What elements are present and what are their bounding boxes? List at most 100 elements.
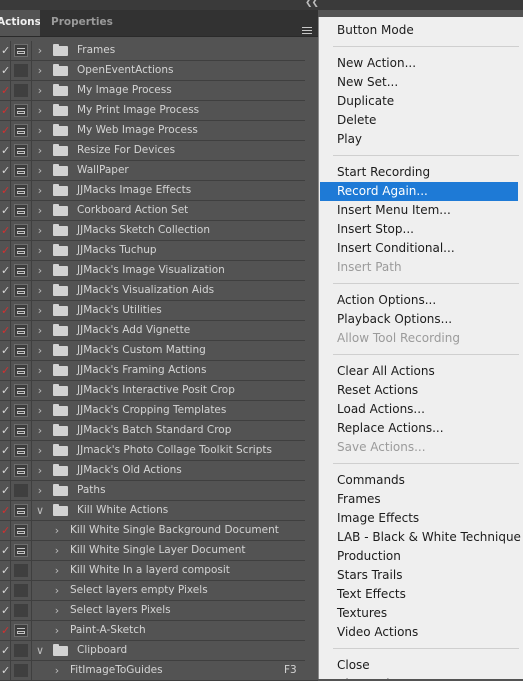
chevron-right-icon[interactable]: › xyxy=(36,164,44,177)
scrollbar-track[interactable] xyxy=(305,41,318,679)
action-set-row[interactable]: ✓ › JJMack's Utilities xyxy=(0,301,318,321)
toggle-checkmark-icon[interactable]: ✓ xyxy=(1,565,10,577)
dialog-toggle-icon[interactable] xyxy=(14,184,28,197)
panel-menu-icon[interactable] xyxy=(302,27,312,36)
chevron-right-icon[interactable]: › xyxy=(36,144,44,157)
toggle-checkmark-icon[interactable]: ✓ xyxy=(1,365,10,377)
chevron-right-icon[interactable]: › xyxy=(36,224,44,237)
chevron-right-icon[interactable]: › xyxy=(36,384,44,397)
dialog-toggle-icon[interactable] xyxy=(14,384,28,397)
action-set-row[interactable]: ✓ › JJMacks Sketch Collection xyxy=(0,221,318,241)
menu-item-close[interactable]: Close xyxy=(319,656,523,675)
tab-actions[interactable]: Actions xyxy=(0,10,40,36)
toggle-checkmark-icon[interactable]: ✓ xyxy=(1,625,10,637)
dialog-toggle-icon[interactable] xyxy=(14,144,28,157)
menu-item-video-actions[interactable]: Video Actions xyxy=(319,623,523,642)
toggle-checkmark-icon[interactable]: ✓ xyxy=(1,145,10,157)
toggle-checkmark-icon[interactable]: ✓ xyxy=(1,205,10,217)
menu-item-clear-all-actions[interactable]: Clear All Actions xyxy=(319,362,523,381)
menu-item-new-action[interactable]: New Action... xyxy=(319,54,523,73)
chevron-right-icon[interactable]: › xyxy=(36,404,44,417)
collapse-panels-icon[interactable]: ❮❮ xyxy=(305,0,319,8)
toggle-checkmark-icon[interactable]: ✓ xyxy=(1,45,10,57)
action-set-row[interactable]: ✓ › Corkboard Action Set xyxy=(0,201,318,221)
toggle-checkmark-icon[interactable]: ✓ xyxy=(1,445,10,457)
dialog-toggle-icon[interactable] xyxy=(14,104,28,117)
dialog-toggle-icon[interactable] xyxy=(14,164,28,177)
action-row[interactable]: ✓ › FitImageToGuides F3 xyxy=(0,661,318,681)
toggle-checkmark-icon[interactable]: ✓ xyxy=(1,165,10,177)
tab-properties[interactable]: Properties xyxy=(42,10,113,36)
toggle-checkmark-icon[interactable]: ✓ xyxy=(1,265,10,277)
toggle-checkmark-icon[interactable]: ✓ xyxy=(1,65,10,77)
dialog-toggle-icon[interactable] xyxy=(14,304,28,317)
action-set-row[interactable]: ✓ ∨ Kill White Actions xyxy=(0,501,318,521)
action-row[interactable]: ✓ › Kill White Single Background Document xyxy=(0,521,318,541)
chevron-right-icon[interactable]: › xyxy=(36,304,44,317)
toggle-checkmark-icon[interactable]: ✓ xyxy=(1,505,10,517)
chevron-right-icon[interactable]: › xyxy=(36,444,44,457)
toggle-checkmark-icon[interactable]: ✓ xyxy=(1,385,10,397)
dialog-toggle-icon[interactable] xyxy=(14,204,28,217)
menu-item-start-recording[interactable]: Start Recording xyxy=(319,163,523,182)
menu-item-lab-black-white-technique[interactable]: LAB - Black & White Technique xyxy=(319,528,523,547)
dialog-toggle-empty[interactable] xyxy=(14,584,28,597)
chevron-right-icon[interactable]: › xyxy=(53,544,61,557)
toggle-checkmark-icon[interactable]: ✓ xyxy=(1,245,10,257)
action-row[interactable]: ✓ › Paint-A-Sketch xyxy=(0,621,318,641)
action-set-row[interactable]: ✓ › JJMack's Add Vignette xyxy=(0,321,318,341)
dialog-toggle-icon[interactable] xyxy=(14,464,28,477)
action-set-row[interactable]: ✓ › My Print Image Process xyxy=(0,101,318,121)
chevron-down-icon[interactable]: ∨ xyxy=(36,644,44,657)
menu-item-duplicate[interactable]: Duplicate xyxy=(319,92,523,111)
toggle-checkmark-icon[interactable]: ✓ xyxy=(1,545,10,557)
action-row[interactable]: ✓ › Kill White In a layerd composit xyxy=(0,561,318,581)
action-set-row[interactable]: ✓ ∨ Clipboard xyxy=(0,641,318,661)
toggle-checkmark-icon[interactable]: ✓ xyxy=(1,325,10,337)
toggle-checkmark-icon[interactable]: ✓ xyxy=(1,425,10,437)
dialog-toggle-icon[interactable] xyxy=(14,224,28,237)
menu-item-load-actions[interactable]: Load Actions... xyxy=(319,400,523,419)
menu-item-insert-menu-item[interactable]: Insert Menu Item... xyxy=(319,201,523,220)
action-set-row[interactable]: ✓ › JJMack's Old Actions xyxy=(0,461,318,481)
menu-item-action-options[interactable]: Action Options... xyxy=(319,291,523,310)
chevron-right-icon[interactable]: › xyxy=(53,604,61,617)
menu-item-delete[interactable]: Delete xyxy=(319,111,523,130)
action-set-row[interactable]: ✓ › JJMack's Interactive Posit Crop xyxy=(0,381,318,401)
action-row[interactable]: ✓ › Select layers empty Pixels xyxy=(0,581,318,601)
action-set-row[interactable]: ✓ › Resize For Devices xyxy=(0,141,318,161)
action-set-row[interactable]: ✓ › JJMack's Batch Standard Crop xyxy=(0,421,318,441)
chevron-right-icon[interactable]: › xyxy=(36,344,44,357)
action-set-row[interactable]: ✓ › OpenEventActions xyxy=(0,61,318,81)
dialog-toggle-icon[interactable] xyxy=(14,124,28,137)
dialog-toggle-empty[interactable] xyxy=(14,64,28,77)
action-set-row[interactable]: ✓ › Frames xyxy=(0,41,318,61)
dialog-toggle-icon[interactable] xyxy=(14,524,28,537)
menu-item-record-again[interactable]: Record Again... xyxy=(320,182,518,201)
chevron-right-icon[interactable]: › xyxy=(36,464,44,477)
chevron-right-icon[interactable]: › xyxy=(36,484,44,497)
menu-item-text-effects[interactable]: Text Effects xyxy=(319,585,523,604)
dialog-toggle-empty[interactable] xyxy=(14,644,28,657)
menu-item-textures[interactable]: Textures xyxy=(319,604,523,623)
menu-item-stars-trails[interactable]: Stars Trails xyxy=(319,566,523,585)
toggle-checkmark-icon[interactable]: ✓ xyxy=(1,525,10,537)
dialog-toggle-icon[interactable] xyxy=(14,364,28,377)
menu-item-new-set[interactable]: New Set... xyxy=(319,73,523,92)
chevron-right-icon[interactable]: › xyxy=(53,524,61,537)
action-set-row[interactable]: ✓ › JJmack's Photo Collage Toolkit Scripts xyxy=(0,441,318,461)
toggle-checkmark-icon[interactable]: ✓ xyxy=(1,105,10,117)
chevron-right-icon[interactable]: › xyxy=(36,264,44,277)
toggle-checkmark-icon[interactable]: ✓ xyxy=(1,405,10,417)
toggle-checkmark-icon[interactable]: ✓ xyxy=(1,485,10,497)
chevron-right-icon[interactable]: › xyxy=(36,84,44,97)
chevron-right-icon[interactable]: › xyxy=(36,124,44,137)
toggle-checkmark-icon[interactable]: ✓ xyxy=(1,225,10,237)
action-set-row[interactable]: ✓ › JJMacks Image Effects xyxy=(0,181,318,201)
toggle-checkmark-icon[interactable]: ✓ xyxy=(1,305,10,317)
action-set-row[interactable]: ✓ › JJMack's Custom Matting xyxy=(0,341,318,361)
dialog-toggle-icon[interactable] xyxy=(14,424,28,437)
menu-item-image-effects[interactable]: Image Effects xyxy=(319,509,523,528)
chevron-right-icon[interactable]: › xyxy=(36,44,44,57)
toggle-checkmark-icon[interactable]: ✓ xyxy=(1,345,10,357)
